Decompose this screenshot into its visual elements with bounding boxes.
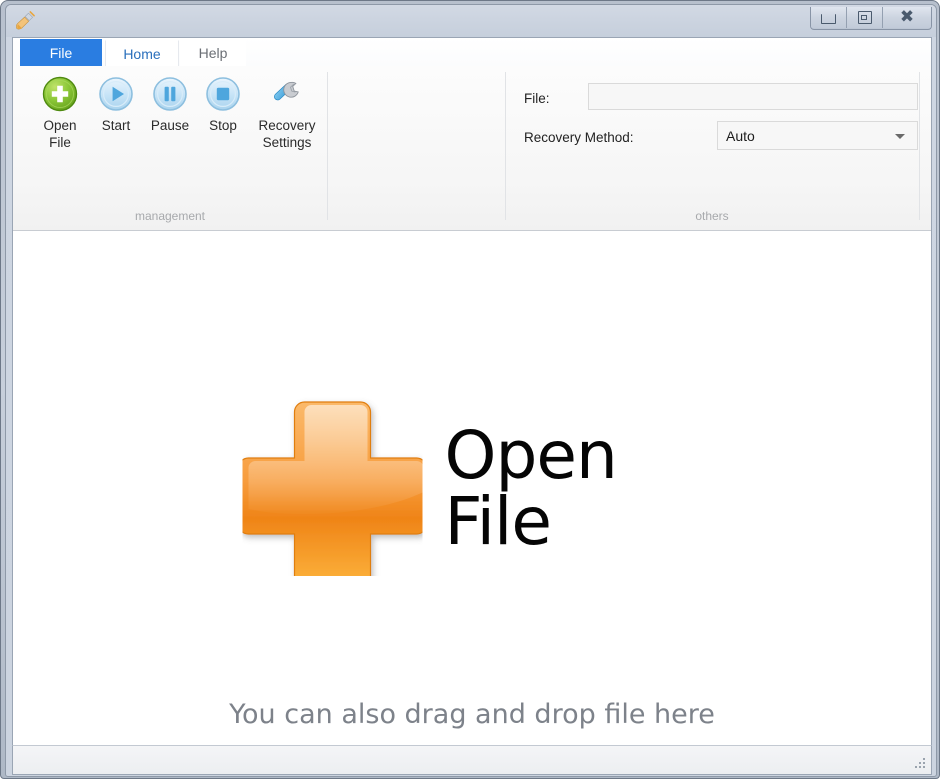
tab-home-label: Home bbox=[123, 45, 161, 62]
application-window: ✖ File Home Help Open File Start Pause S… bbox=[0, 0, 940, 779]
open-file-cta[interactable]: Open File bbox=[237, 396, 702, 591]
minimize-icon bbox=[821, 14, 836, 24]
start-button-label: Start bbox=[101, 118, 131, 133]
window-controls: ✖ bbox=[810, 7, 932, 30]
recovery-settings-button-label: Recovery Settings bbox=[258, 118, 316, 150]
maximize-button[interactable] bbox=[847, 7, 883, 28]
stop-circle-icon bbox=[203, 74, 243, 114]
open-file-button[interactable]: Open File bbox=[31, 70, 89, 151]
drag-drop-hint: You can also drag and drop file here bbox=[229, 699, 715, 730]
ribbon-group-management: Open File Start Pause Stop Recovery Sett… bbox=[13, 66, 327, 229]
stop-button-label: Stop bbox=[209, 118, 237, 133]
green-plus-circle-icon bbox=[40, 74, 80, 114]
recovery-settings-button[interactable]: Recovery Settings bbox=[248, 70, 326, 151]
close-icon: ✖ bbox=[899, 7, 915, 27]
play-circle-icon bbox=[96, 74, 136, 114]
recovery-method-value: Auto bbox=[726, 127, 755, 144]
window-inner-frame: ✖ File Home Help Open File Start Pause S… bbox=[5, 4, 937, 777]
orange-plus-icon bbox=[237, 396, 428, 591]
file-field-label: File: bbox=[524, 91, 550, 106]
wrench-icon bbox=[267, 74, 307, 114]
client-area: File Home Help Open File Start Pause Sto… bbox=[12, 37, 932, 774]
tab-home[interactable]: Home bbox=[105, 40, 179, 66]
close-button[interactable]: ✖ bbox=[883, 7, 931, 28]
start-button[interactable]: Start bbox=[91, 70, 141, 134]
status-bar bbox=[12, 745, 932, 775]
group-label-others: others bbox=[695, 209, 729, 223]
open-file-cta-label: Open File bbox=[444, 416, 618, 560]
resize-grip-icon[interactable] bbox=[914, 758, 927, 771]
ribbon-tabstrip: File Home Help bbox=[13, 38, 931, 67]
file-input[interactable] bbox=[588, 83, 918, 110]
ribbon-panel: Open File Start Pause Stop Recovery Sett… bbox=[13, 66, 931, 231]
recovery-method-select[interactable]: Auto bbox=[717, 121, 918, 150]
recovery-method-label: Recovery Method: bbox=[524, 130, 634, 145]
tab-file[interactable]: File bbox=[20, 39, 102, 66]
pause-button[interactable]: Pause bbox=[143, 70, 197, 134]
tab-help[interactable]: Help bbox=[180, 40, 246, 66]
app-icon bbox=[14, 10, 36, 32]
stop-button[interactable]: Stop bbox=[199, 70, 247, 134]
title-bar[interactable]: ✖ bbox=[6, 5, 936, 37]
ribbon-separator-3 bbox=[919, 72, 920, 220]
tab-help-label: Help bbox=[198, 45, 228, 61]
maximize-icon bbox=[857, 11, 872, 24]
chevron-down-icon bbox=[895, 133, 905, 139]
open-file-button-label: Open File bbox=[43, 118, 77, 150]
pause-circle-icon bbox=[150, 74, 190, 114]
ribbon-group-others: File: Recovery Method: Auto others bbox=[505, 66, 919, 229]
tab-file-label: File bbox=[49, 44, 73, 61]
pause-button-label: Pause bbox=[150, 118, 190, 133]
minimize-button[interactable] bbox=[811, 7, 847, 28]
file-dropzone[interactable]: Open File You can also drag and drop fil… bbox=[13, 231, 931, 774]
group-label-management: management bbox=[134, 209, 206, 223]
ribbon-separator-1 bbox=[327, 72, 328, 220]
